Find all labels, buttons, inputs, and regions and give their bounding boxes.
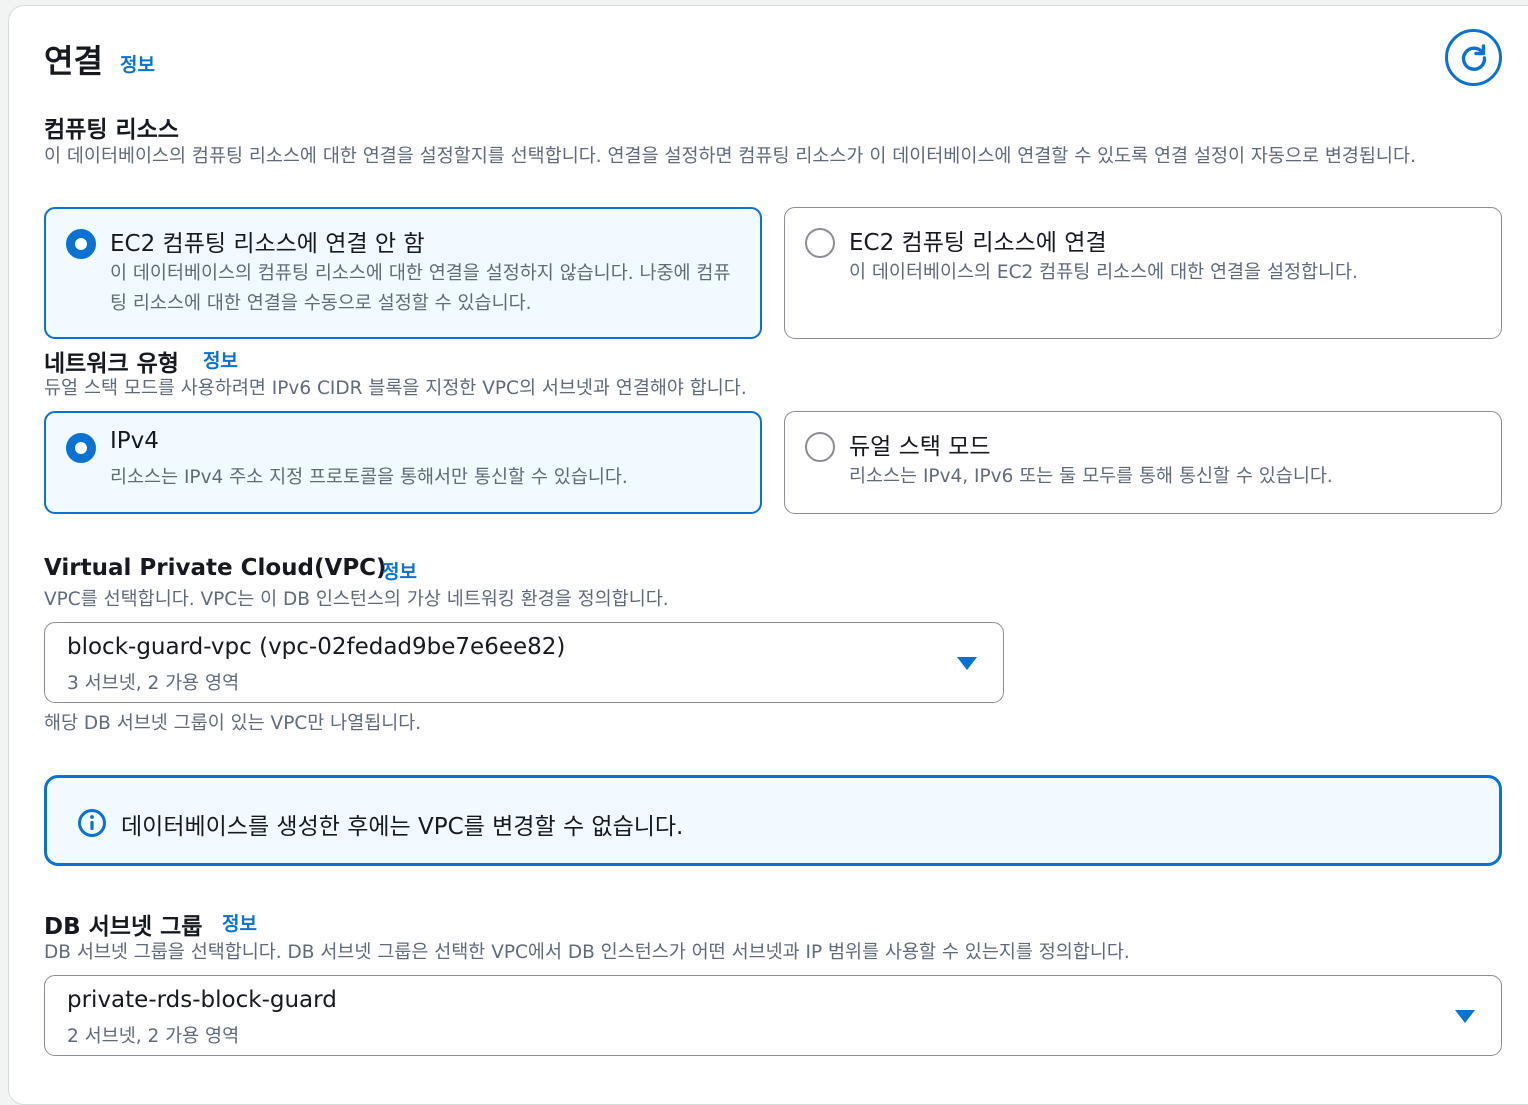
caret-down-icon[interactable] xyxy=(1455,1010,1475,1023)
radio-selected-icon[interactable] xyxy=(66,229,96,259)
compute-option-title: EC2 컴퓨팅 리소스에 연결 xyxy=(849,230,1107,256)
vpc-description: VPC를 선택합니다. VPC는 이 DB 인스턴스의 가상 네트워킹 환경을 … xyxy=(44,589,669,610)
vpc-info-link[interactable]: 정보 xyxy=(382,557,417,584)
radio-unselected-icon[interactable] xyxy=(805,432,835,462)
radio-unselected-icon[interactable] xyxy=(805,228,835,258)
subnet-group-label: DB 서브넷 그룹 xyxy=(44,914,203,940)
vpc-info-alert: 데이터베이스를 생성한 후에는 VPC를 변경할 수 없습니다. xyxy=(44,775,1502,866)
alert-text: 데이터베이스를 생성한 후에는 VPC를 변경할 수 없습니다. xyxy=(121,814,684,840)
compute-option-description: 이 데이터베이스의 컴퓨팅 리소스에 대한 연결을 설정하지 않습니다. 나중에… xyxy=(110,263,731,314)
vpc-selected-value: block-guard-vpc (vpc-02fedad9be7e6ee82) xyxy=(67,634,566,660)
vpc-select[interactable]: block-guard-vpc (vpc-02fedad9be7e6ee82) … xyxy=(44,622,1004,703)
subnet-group-info-link[interactable]: 정보 xyxy=(222,909,257,936)
vpc-selected-sub: 3 서브넷, 2 가용 영역 xyxy=(67,673,240,694)
network-option-dual-stack[interactable]: 듀얼 스택 모드 리소스는 IPv4, IPv6 또는 둘 모두를 통해 통신할… xyxy=(784,411,1502,514)
radio-selected-icon[interactable] xyxy=(66,433,96,463)
subnet-group-select[interactable]: private-rds-block-guard 2 서브넷, 2 가용 영역 xyxy=(44,975,1502,1056)
compute-option-description: 이 데이터베이스의 EC2 컴퓨팅 리소스에 대한 연결을 설정합니다. xyxy=(849,262,1358,283)
caret-down-icon[interactable] xyxy=(957,657,977,670)
compute-description: 이 데이터베이스의 컴퓨팅 리소스에 대한 연결을 설정할지를 선택합니다. 연… xyxy=(44,146,1416,167)
compute-label: 컴퓨팅 리소스 xyxy=(44,117,179,143)
refresh-button[interactable] xyxy=(1445,29,1502,86)
network-option-description: 리소스는 IPv4, IPv6 또는 둘 모두를 통해 통신할 수 있습니다. xyxy=(849,466,1333,487)
compute-option-connect-ec2[interactable]: EC2 컴퓨팅 리소스에 연결 이 데이터베이스의 EC2 컴퓨팅 리소스에 대… xyxy=(784,207,1502,339)
network-label: 네트워크 유형 xyxy=(44,351,179,377)
compute-option-no-connect[interactable]: EC2 컴퓨팅 리소스에 연결 안 함 이 데이터베이스의 컴퓨팅 리소스에 대… xyxy=(44,207,762,339)
section-info-link[interactable]: 정보 xyxy=(120,50,155,77)
vpc-hint: 해당 DB 서브넷 그룹이 있는 VPC만 나열됩니다. xyxy=(44,713,422,734)
network-info-link[interactable]: 정보 xyxy=(203,346,238,373)
subnet-group-selected-sub: 2 서브넷, 2 가용 영역 xyxy=(67,1026,240,1047)
network-option-title: 듀얼 스택 모드 xyxy=(849,434,991,460)
network-description: 듀얼 스택 모드를 사용하려면 IPv6 CIDR 블록을 지정한 VPC의 서… xyxy=(44,378,747,399)
subnet-group-description: DB 서브넷 그룹을 선택합니다. DB 서브넷 그룹은 선택한 VPC에서 D… xyxy=(44,942,1130,963)
network-option-description: 리소스는 IPv4 주소 지정 프로토콜을 통해서만 통신할 수 있습니다. xyxy=(110,467,628,488)
subnet-group-selected-value: private-rds-block-guard xyxy=(67,987,337,1013)
info-circle-icon xyxy=(78,809,106,837)
compute-option-title: EC2 컴퓨팅 리소스에 연결 안 함 xyxy=(110,231,425,257)
network-option-title: IPv4 xyxy=(110,428,159,454)
network-option-ipv4[interactable]: IPv4 리소스는 IPv4 주소 지정 프로토콜을 통해서만 통신할 수 있습… xyxy=(44,411,762,514)
refresh-icon xyxy=(1461,43,1486,71)
vpc-label: Virtual Private Cloud(VPC) xyxy=(44,555,387,581)
section-title: 연결 xyxy=(44,42,103,80)
